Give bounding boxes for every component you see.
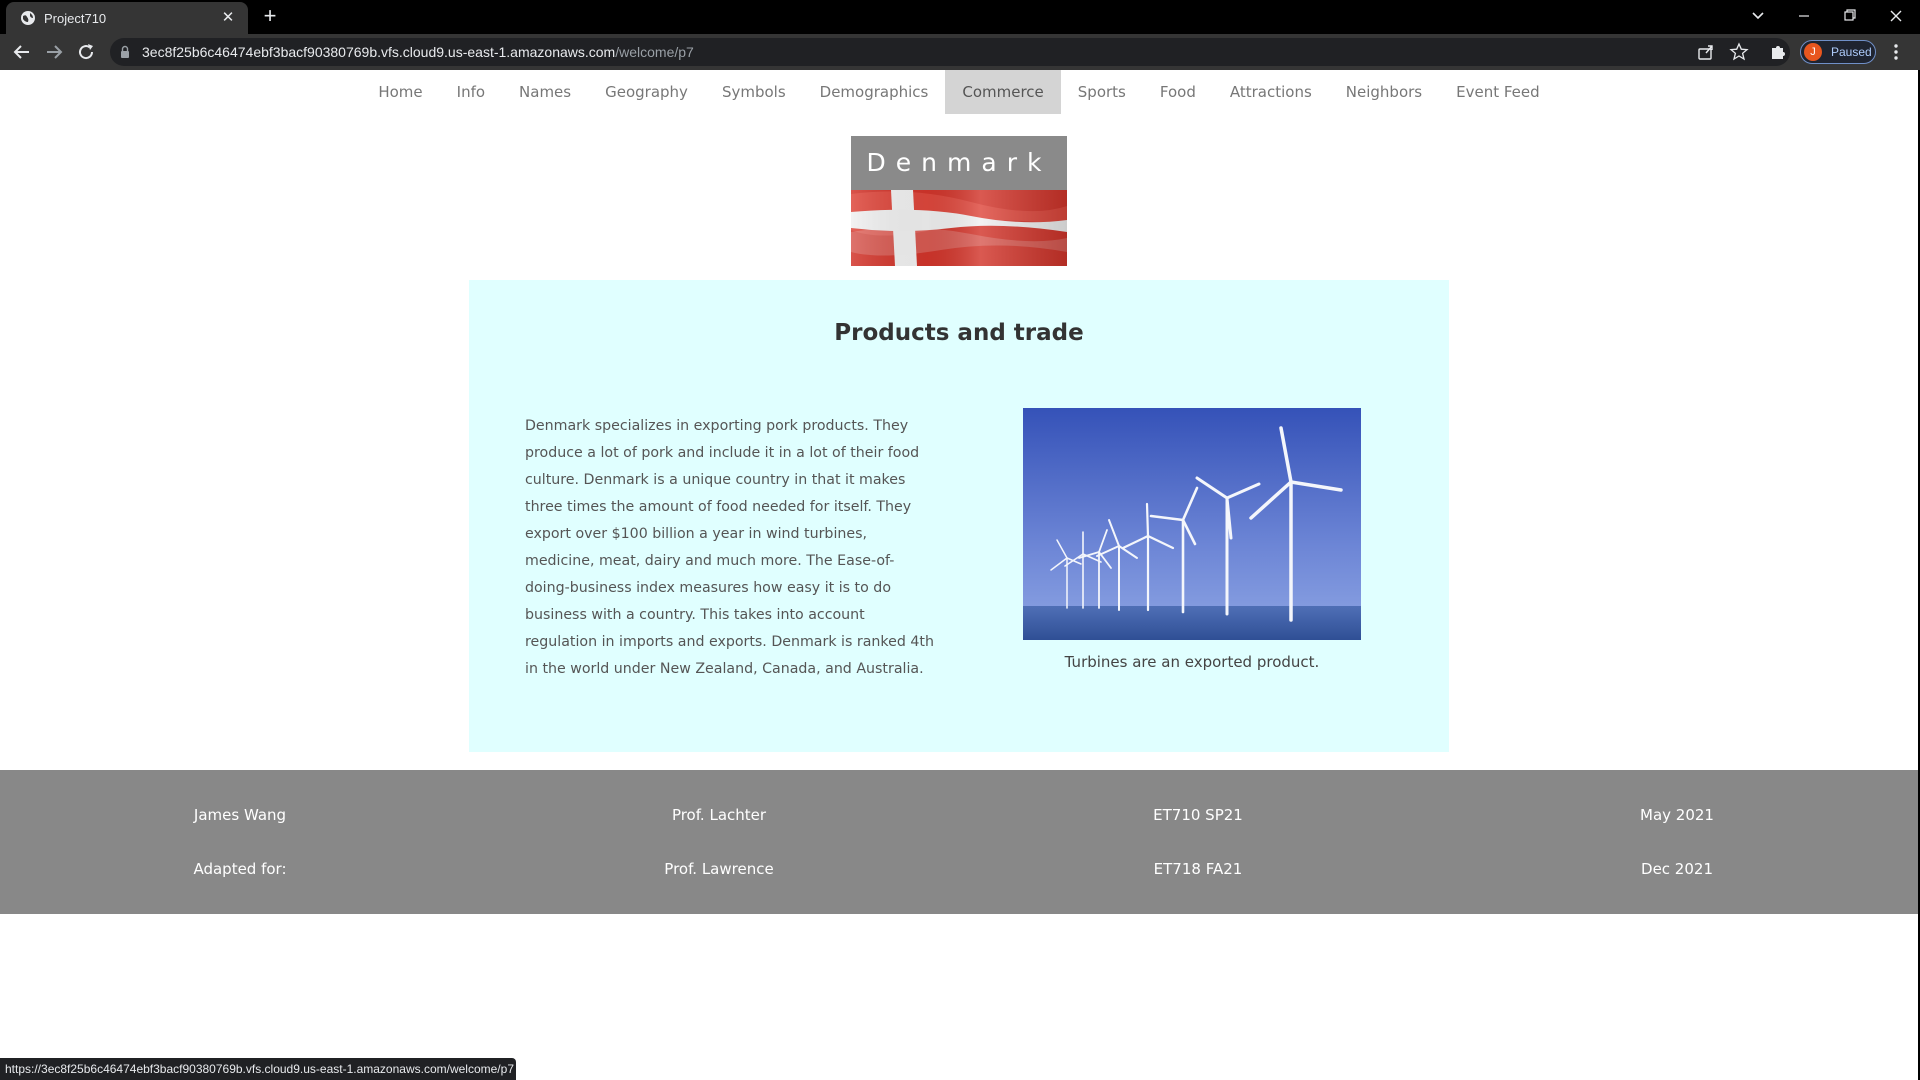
tab-title: Project710 [44, 11, 107, 26]
profile-state: Paused [1831, 45, 1872, 59]
restore-icon[interactable] [1836, 4, 1864, 28]
close-window-icon[interactable] [1882, 4, 1910, 28]
new-tab-button[interactable]: + [258, 5, 282, 29]
commerce-section: Products and trade Denmark specializes i… [469, 280, 1449, 752]
back-arrow-icon[interactable] [10, 40, 34, 64]
nav-event-feed[interactable]: Event Feed [1439, 70, 1557, 114]
globe-icon [21, 11, 35, 25]
nav-home[interactable]: Home [361, 70, 439, 114]
section-heading: Products and trade [834, 320, 1084, 346]
nav-geography[interactable]: Geography [588, 70, 705, 114]
more-options-icon[interactable] [1888, 42, 1904, 62]
forward-arrow-icon[interactable] [42, 40, 66, 64]
nav-demographics[interactable]: Demographics [803, 70, 946, 114]
nav-food[interactable]: Food [1143, 70, 1213, 114]
country-title: Denmark [851, 136, 1067, 190]
footer-date: May 2021 [1640, 806, 1714, 824]
footer-adapted-date: Dec 2021 [1641, 860, 1713, 878]
browser-tab[interactable]: Project710 ✕ [6, 2, 248, 34]
nav-names[interactable]: Names [502, 70, 588, 114]
nav-commerce[interactable]: Commerce [945, 70, 1061, 114]
page-footer: James Wang Prof. Lachter ET710 SP21 May … [0, 770, 1918, 914]
country-banner[interactable]: Denmark [851, 136, 1067, 266]
lock-icon [121, 45, 129, 58]
close-tab-icon[interactable]: ✕ [218, 8, 238, 28]
tab-search-icon[interactable] [1744, 4, 1772, 28]
footer-adapted-professor: Prof. Lawrence [664, 860, 774, 878]
bookmark-star-icon[interactable] [1729, 42, 1749, 62]
reload-icon[interactable] [74, 40, 98, 64]
wind-turbines-image [1023, 408, 1361, 640]
nav-attractions[interactable]: Attractions [1213, 70, 1329, 114]
footer-author: James Wang [193, 806, 287, 824]
browser-tab-bar: Project710 ✕ + [0, 0, 1920, 34]
url-path: /welcome/p7 [615, 44, 694, 60]
footer-adapted-label: Adapted for: [193, 860, 287, 878]
commerce-paragraph: Denmark specializes in exporting pork pr… [525, 418, 934, 677]
profile-button[interactable]: J Paused [1800, 40, 1876, 64]
share-icon[interactable] [1696, 42, 1716, 62]
web-page: Home Info Names Geography Symbols Demographic… [0, 70, 1918, 1080]
footer-adapted-course: ET718 FA21 [1153, 860, 1243, 878]
extensions-puzzle-icon[interactable] [1768, 42, 1788, 62]
avatar: J [1804, 43, 1822, 61]
status-bar-url: https://3ec8f25b6c46474ebf3bacf90380769b… [0, 1058, 516, 1080]
address-bar[interactable]: 3ec8f25b6c46474ebf3bacf90380769b.vfs.clo… [110, 38, 1790, 66]
nav-sports[interactable]: Sports [1061, 70, 1143, 114]
nav-neighbors[interactable]: Neighbors [1329, 70, 1439, 114]
url-text: 3ec8f25b6c46474ebf3bacf90380769b.vfs.clo… [142, 44, 694, 60]
nav-info[interactable]: Info [440, 70, 502, 114]
nav-symbols[interactable]: Symbols [705, 70, 803, 114]
minimize-icon[interactable] [1790, 4, 1818, 28]
footer-professor: Prof. Lachter [671, 806, 767, 824]
url-host: 3ec8f25b6c46474ebf3bacf90380769b.vfs.clo… [142, 44, 616, 60]
browser-toolbar: 3ec8f25b6c46474ebf3bacf90380769b.vfs.clo… [0, 34, 1920, 70]
site-navigation: Home Info Names Geography Symbols Demographic… [0, 70, 1918, 114]
footer-course: ET710 SP21 [1153, 806, 1243, 824]
image-caption: Turbines are an exported product. [1064, 653, 1320, 671]
